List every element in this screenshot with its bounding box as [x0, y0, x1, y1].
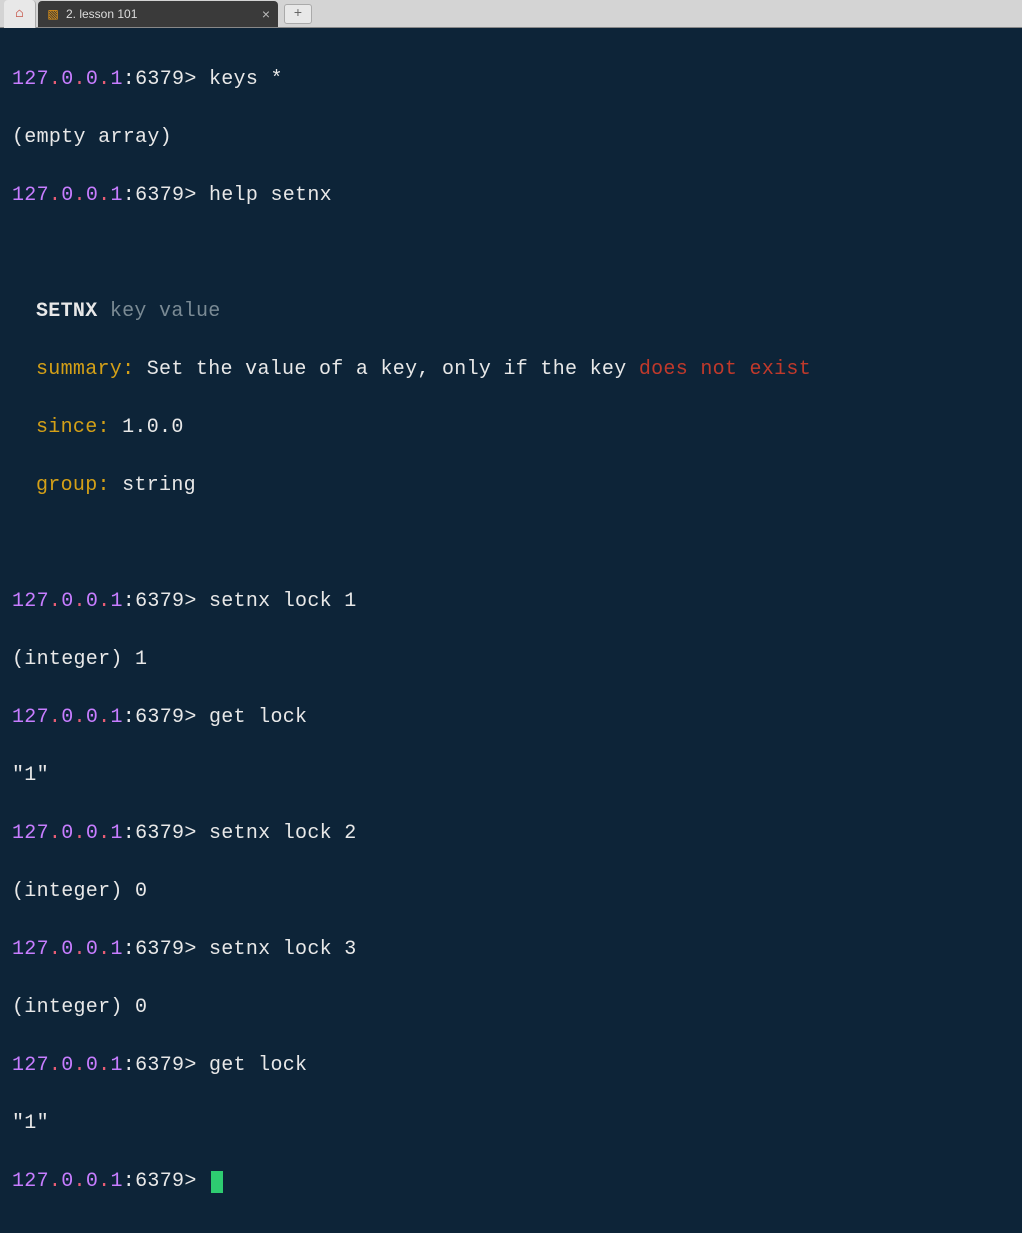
terminal-line: 127.0.0.1:6379> help setnx — [12, 181, 1010, 210]
help-line: since: 1.0.0 — [12, 413, 1010, 442]
blank-line — [12, 529, 1010, 558]
blank-line — [12, 239, 1010, 268]
command: get lock — [209, 706, 307, 729]
prompt: 127.0.0.1 — [12, 822, 123, 845]
command: get lock — [209, 1054, 307, 1077]
terminal-line: 127.0.0.1:6379> get lock — [12, 1051, 1010, 1080]
help-line: SETNX key value — [12, 297, 1010, 326]
terminal-line: 127.0.0.1:6379> — [12, 1167, 1010, 1196]
home-icon: ⌂ — [15, 6, 23, 22]
terminal-line: 127.0.0.1:6379> get lock — [12, 703, 1010, 732]
terminal-line: 127.0.0.1:6379> keys * — [12, 65, 1010, 94]
command: help setnx — [209, 184, 332, 207]
prompt: 127.0.0.1 — [12, 1170, 123, 1193]
terminal-output: (integer) 1 — [12, 645, 1010, 674]
command: setnx lock 1 — [209, 590, 357, 613]
help-line: group: string — [12, 471, 1010, 500]
add-tab-button[interactable]: + — [284, 4, 312, 24]
terminal-line: 127.0.0.1:6379> setnx lock 2 — [12, 819, 1010, 848]
help-line: summary: Set the value of a key, only if… — [12, 355, 1010, 384]
plus-icon: + — [294, 6, 302, 22]
file-tab[interactable]: ▧ 2. lesson 101 × — [38, 1, 278, 27]
terminal-output: "1" — [12, 761, 1010, 790]
terminal-output: (integer) 0 — [12, 993, 1010, 1022]
terminal-output: (integer) 0 — [12, 877, 1010, 906]
terminal[interactable]: 127.0.0.1:6379> keys * (empty array) 127… — [0, 28, 1022, 1233]
prompt: 127.0.0.1 — [12, 1054, 123, 1077]
command: keys * — [209, 68, 283, 91]
command: setnx lock 3 — [209, 938, 357, 961]
command: setnx lock 2 — [209, 822, 357, 845]
terminal-output: "1" — [12, 1109, 1010, 1138]
prompt: 127.0.0.1 — [12, 938, 123, 961]
home-tab[interactable]: ⌂ — [4, 0, 36, 28]
terminal-line: 127.0.0.1:6379> setnx lock 3 — [12, 935, 1010, 964]
prompt: 127.0.0.1 — [12, 68, 123, 91]
cursor — [211, 1171, 223, 1193]
prompt: 127.0.0.1 — [12, 706, 123, 729]
prompt: 127.0.0.1 — [12, 590, 123, 613]
file-icon: ▧ — [46, 7, 60, 21]
prompt: 127.0.0.1 — [12, 184, 123, 207]
terminal-line: 127.0.0.1:6379> setnx lock 1 — [12, 587, 1010, 616]
tab-title: 2. lesson 101 — [66, 7, 137, 21]
terminal-output: (empty array) — [12, 123, 1010, 152]
tab-bar: ⌂ ▧ 2. lesson 101 × + — [0, 0, 1022, 28]
close-icon[interactable]: × — [262, 6, 270, 22]
